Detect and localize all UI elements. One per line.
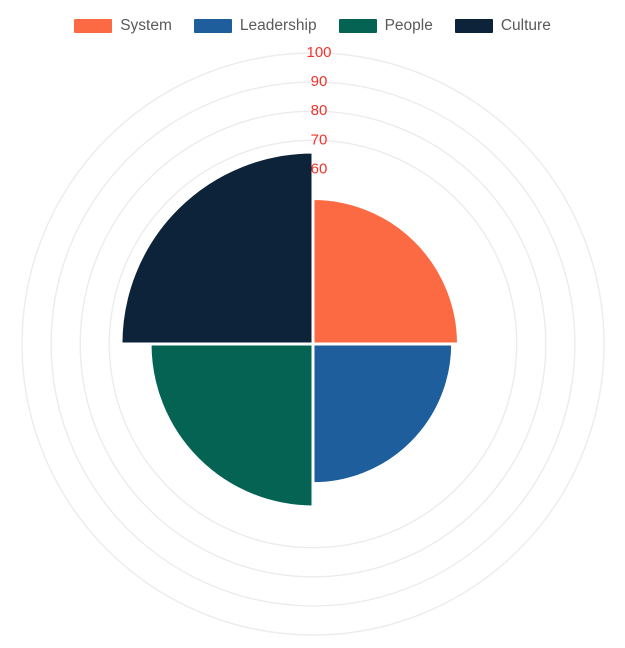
- wedge-leadership[interactable]: Leadership: 48: [311, 342, 455, 486]
- wedge-people[interactable]: People: 56: [148, 342, 315, 509]
- wedge-layer: System: 50Leadership: 48People: 56Cultur…: [119, 150, 460, 509]
- radial-tick-label-80: 80: [311, 102, 328, 119]
- radial-tick-label-60: 60: [311, 160, 328, 177]
- wedge-system[interactable]: System: 50: [311, 197, 460, 346]
- radial-tick-label-100: 100: [306, 44, 331, 61]
- plot-area: System: 50Leadership: 48People: 56Cultur…: [0, 0, 625, 648]
- radial-tick-label-90: 90: [311, 73, 328, 90]
- polar-plot-svg: System: 50Leadership: 48People: 56Cultur…: [21, 44, 605, 636]
- radial-tick-label-70: 70: [311, 131, 328, 148]
- wedge-culture[interactable]: Culture: 66: [119, 150, 315, 346]
- polar-chart-root: System Leadership People Culture System:…: [0, 0, 625, 648]
